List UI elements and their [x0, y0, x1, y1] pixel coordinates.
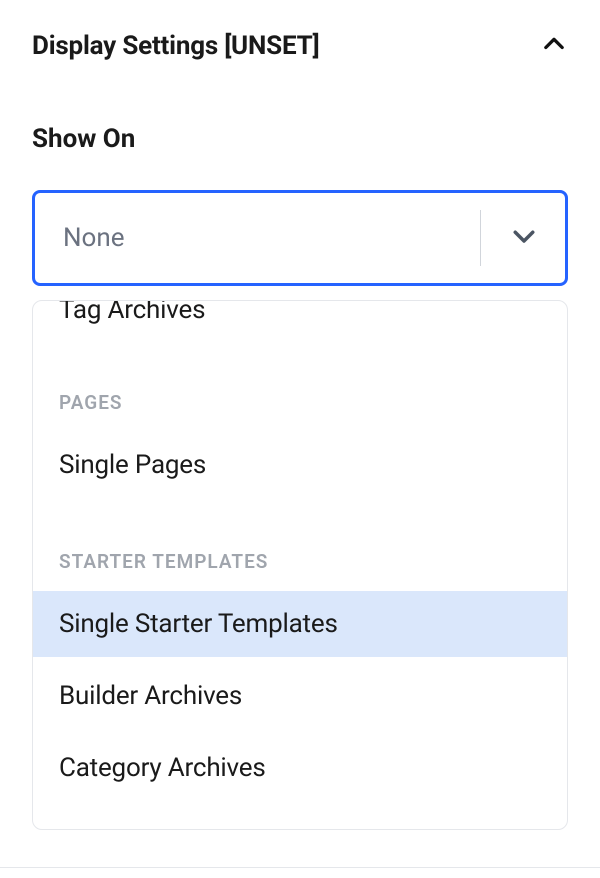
dropdown-option-single-pages[interactable]: Single Pages	[33, 432, 567, 498]
select-divider	[480, 210, 481, 266]
dropdown-listbox[interactable]: Tag Archives PAGES Single Pages STARTER …	[32, 300, 568, 830]
dropdown-option-single-starter-templates[interactable]: Single Starter Templates	[33, 591, 567, 657]
chevron-down-icon	[509, 221, 565, 255]
settings-panel: Display Settings [UNSET] Show On None Ta…	[0, 0, 600, 830]
dropdown-option-category-archives[interactable]: Category Archives	[33, 735, 567, 801]
section-header[interactable]: Display Settings [UNSET]	[32, 20, 568, 66]
dropdown-group-pages: PAGES	[33, 339, 567, 432]
panel-divider	[0, 867, 600, 868]
dropdown-option-builder-archives[interactable]: Builder Archives	[33, 663, 567, 729]
dropdown-option-partial[interactable]: Tag Archives	[33, 301, 567, 339]
show-on-select[interactable]: None	[32, 190, 568, 286]
select-placeholder: None	[35, 223, 480, 253]
field-label: Show On	[32, 124, 568, 154]
dropdown-group-starter-templates: STARTER TEMPLATES	[33, 498, 567, 591]
chevron-up-icon	[540, 30, 568, 62]
dropdown-scroll: Tag Archives PAGES Single Pages STARTER …	[33, 301, 567, 801]
section-title: Display Settings [UNSET]	[32, 31, 320, 61]
